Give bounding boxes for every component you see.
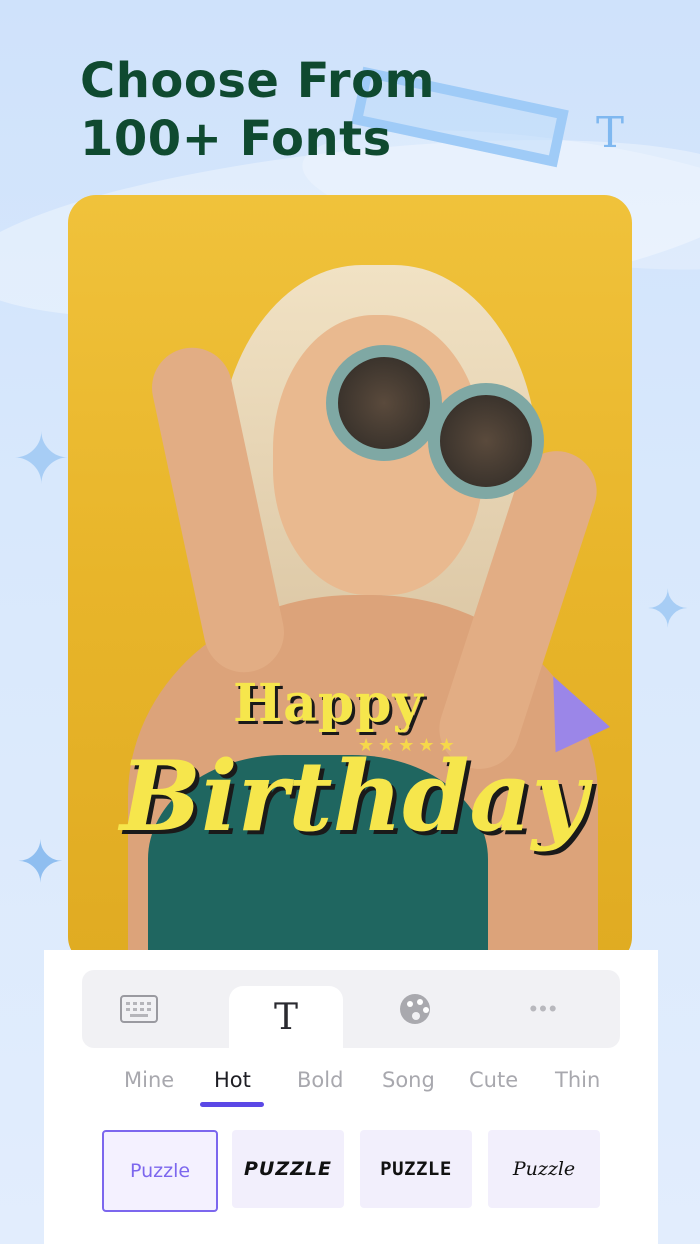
category-cute[interactable]: Cute (469, 1068, 518, 1092)
font-category-tabs: Mine Hot Bold Song Cute Thin (44, 1068, 658, 1108)
category-song[interactable]: Song (382, 1068, 435, 1092)
tab-font[interactable]: T (229, 986, 343, 1048)
tool-tabs: T ••• (82, 970, 620, 1048)
category-hot[interactable]: Hot (214, 1068, 251, 1092)
tab-keyboard[interactable] (82, 970, 196, 1048)
tab-color[interactable] (358, 970, 472, 1048)
more-icon: ••• (529, 996, 559, 1021)
text-deco-icon: T (596, 108, 625, 157)
headline-line-1: Choose From (80, 53, 436, 109)
text-T-icon: T (273, 996, 298, 1038)
font-option-3[interactable]: PUZZLE (360, 1130, 472, 1208)
active-category-indicator (200, 1102, 264, 1107)
preview-photo: Happy ★★★★★ Birthday (68, 195, 632, 965)
font-option-2[interactable]: PUZZLE (232, 1130, 344, 1208)
keyboard-icon (120, 995, 158, 1023)
sparkle-icon: ✦ (646, 581, 690, 639)
headline-line-2: 100+ Fonts (80, 111, 392, 167)
font-option-1[interactable]: Puzzle (102, 1130, 218, 1212)
sunglasses-lens (428, 383, 544, 499)
edit-panel: T ••• Mine Hot Bold Song Cute Thin Puzzl… (44, 950, 658, 1244)
tab-more[interactable]: ••• (487, 970, 601, 1048)
headline: Choose From 100+ Fonts (80, 52, 435, 168)
category-bold[interactable]: Bold (297, 1068, 343, 1092)
sticker-birthday-text[interactable]: Birthday (120, 740, 587, 853)
category-mine[interactable]: Mine (124, 1068, 174, 1092)
font-option-4[interactable]: Puzzle (488, 1130, 600, 1208)
sparkle-icon: ✦ (12, 420, 71, 498)
palette-icon (400, 994, 430, 1024)
sticker-happy-text[interactable]: Happy (233, 673, 424, 734)
sunglasses-lens (326, 345, 442, 461)
sparkle-icon: ✦ (16, 830, 65, 895)
category-thin[interactable]: Thin (555, 1068, 600, 1092)
